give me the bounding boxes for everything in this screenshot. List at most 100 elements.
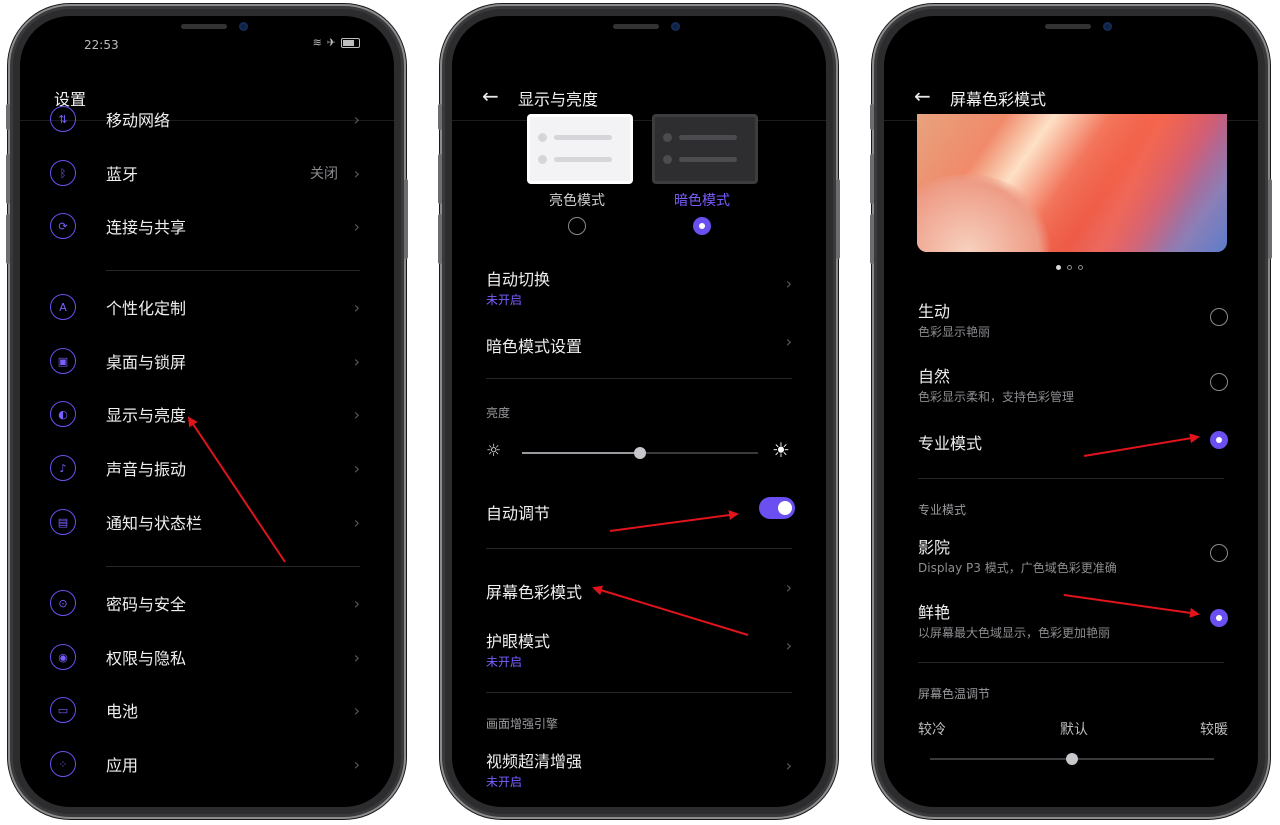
light-mode-preview[interactable] (527, 114, 633, 184)
chevron-right-icon: › (353, 593, 360, 613)
item-label: 密码与安全 (106, 595, 187, 614)
back-arrow-icon[interactable]: ← (482, 84, 499, 108)
settings-item-apps[interactable]: ⁘ 应用 › (20, 740, 394, 788)
color-temp-slider-thumb[interactable] (1066, 753, 1078, 765)
settings-item-battery[interactable]: ▭ 电池 › (20, 686, 394, 734)
chevron-right-icon: › (353, 404, 360, 424)
settings-item-personalize[interactable]: A 个性化定制 › (20, 283, 394, 331)
privacy-icon: ◉ (50, 644, 76, 670)
personalize-icon: A (50, 294, 76, 320)
battery-icon: ▭ (50, 697, 76, 723)
auto-switch-status: 未开启 (486, 293, 523, 307)
chevron-right-icon: › (785, 578, 792, 597)
color-temp-section-title: 屏幕色温调节 (918, 687, 991, 701)
item-label: 声音与振动 (106, 460, 187, 479)
settings-item-notification-statusbar[interactable]: ▤ 通知与状态栏 › (20, 498, 394, 546)
auto-switch-label[interactable]: 自动切换 (486, 266, 550, 290)
chevron-right-icon: › (353, 297, 360, 317)
settings-item-password-security[interactable]: ⊙ 密码与安全 › (20, 579, 394, 627)
item-label: 通知与状态栏 (106, 514, 203, 533)
chevron-right-icon: › (353, 109, 360, 129)
settings-item-bluetooth[interactable]: ᛒ 蓝牙 关闭 › (20, 149, 394, 197)
back-arrow-icon[interactable]: ← (914, 84, 931, 108)
mode-vivid-label[interactable]: 生动 (918, 298, 950, 322)
chevron-right-icon: › (785, 332, 792, 351)
color-temp-slider[interactable] (930, 753, 1214, 765)
chevron-right-icon: › (353, 351, 360, 371)
settings-item-mobile-network[interactable]: ⇅ 移动网络 › (20, 95, 394, 143)
pro-section-title: 专业模式 (918, 503, 967, 517)
mode-natural-radio[interactable] (1210, 373, 1228, 391)
chevron-right-icon: › (353, 754, 360, 774)
enhance-section-title: 画面增强引擎 (486, 717, 559, 731)
light-mode-radio[interactable] (568, 217, 586, 235)
item-label: 桌面与锁屏 (106, 353, 187, 372)
status-icons: ≋ ✈ (313, 36, 360, 49)
settings-item-connection-share[interactable]: ⟳ 连接与共享 › (20, 202, 394, 250)
notification-icon: ▤ (50, 509, 76, 535)
chevron-right-icon: › (353, 458, 360, 478)
screen-color-mode-label[interactable]: 屏幕色彩模式 (486, 579, 582, 603)
mode-vivid-desc: 色彩显示艳丽 (918, 325, 991, 339)
auto-adjust-label: 自动调节 (486, 504, 551, 523)
temp-cold-label: 较冷 (918, 722, 946, 738)
mode-natural-desc: 色彩显示柔和，支持色彩管理 (918, 390, 1075, 404)
page-title: 屏幕色彩模式 (950, 90, 1047, 109)
dark-mode-preview[interactable] (652, 114, 758, 184)
item-label: 移动网络 (106, 111, 171, 130)
mode-vivid-radio[interactable] (1210, 308, 1228, 326)
item-label: 电池 (106, 702, 139, 721)
status-time: 22:53 (84, 38, 119, 52)
pro-vivid-radio[interactable] (1210, 609, 1228, 627)
display-icon: ◐ (50, 401, 76, 427)
color-preview-image (917, 114, 1227, 252)
share-icon: ⟳ (50, 213, 76, 239)
item-label: 显示与亮度 (106, 406, 187, 425)
mode-pro-label[interactable]: 专业模式 (918, 430, 982, 454)
sound-icon: ♪ (50, 455, 76, 481)
item-label: 权限与隐私 (106, 649, 187, 668)
display-screen: ← 显示与亮度 亮色模式 暗色模式 自动切换 未开启 › 暗色模式设置 › 亮度… (452, 16, 826, 807)
chevron-right-icon: › (353, 163, 360, 183)
battery-status-icon (341, 37, 360, 48)
mode-natural-label[interactable]: 自然 (918, 363, 950, 387)
lock-icon: ⊙ (50, 590, 76, 616)
chevron-right-icon: › (353, 700, 360, 720)
settings-item-desktop-lockscreen[interactable]: ▣ 桌面与锁屏 › (20, 337, 394, 385)
dark-mode-radio[interactable] (693, 217, 711, 235)
pro-vivid-label[interactable]: 鲜艳 (918, 599, 950, 623)
chevron-right-icon: › (785, 636, 792, 655)
bluetooth-status: 关闭 (310, 166, 338, 182)
settings-item-sound-vibration[interactable]: ♪ 声音与振动 › (20, 444, 394, 492)
pro-cinema-desc: Display P3 模式，广色域色彩更准确 (918, 561, 1117, 575)
chevron-right-icon: › (785, 274, 792, 293)
item-label: 连接与共享 (106, 218, 187, 237)
temp-default-label: 默认 (1060, 722, 1088, 738)
brightness-section-title: 亮度 (486, 406, 511, 420)
video-enhance-label[interactable]: 视频超清增强 (486, 748, 582, 772)
chevron-right-icon: › (353, 512, 360, 532)
phone-frame-display: ← 显示与亮度 亮色模式 暗色模式 自动切换 未开启 › 暗色模式设置 › 亮度… (438, 4, 840, 819)
item-label: 个性化定制 (106, 299, 187, 318)
brightness-slider-thumb[interactable] (634, 447, 646, 459)
brightness-high-icon: ☀ (772, 438, 790, 462)
chevron-right-icon: › (353, 647, 360, 667)
dark-mode-settings-label[interactable]: 暗色模式设置 (486, 333, 582, 357)
settings-item-permission-privacy[interactable]: ◉ 权限与隐私 › (20, 633, 394, 681)
pro-vivid-desc: 以屏幕最大色域显示，色彩更加艳丽 (918, 626, 1111, 640)
chevron-right-icon: › (785, 756, 792, 775)
dark-mode-label: 暗色模式 (674, 193, 730, 209)
eye-care-label[interactable]: 护眼模式 (486, 628, 550, 652)
settings-item-display-brightness[interactable]: ◐ 显示与亮度 › (20, 390, 394, 438)
settings-screen: 22:53 ≋ ✈ 设置 ⇅ 移动网络 › ᛒ 蓝牙 关闭 › ⟳ 连接与共享 … (20, 16, 394, 807)
pro-cinema-label[interactable]: 影院 (918, 534, 950, 558)
carousel-dots (1056, 265, 1083, 270)
pro-cinema-radio[interactable] (1210, 544, 1228, 562)
phone-frame-settings: 22:53 ≋ ✈ 设置 ⇅ 移动网络 › ᛒ 蓝牙 关闭 › ⟳ 连接与共享 … (6, 4, 408, 819)
temp-warm-label: 较暖 (1200, 722, 1228, 738)
airplane-icon: ✈ (326, 36, 336, 49)
mobile-network-icon: ⇅ (50, 106, 76, 132)
auto-adjust-toggle[interactable] (759, 497, 795, 519)
brightness-slider[interactable] (522, 447, 758, 459)
mode-pro-radio[interactable] (1210, 431, 1228, 449)
